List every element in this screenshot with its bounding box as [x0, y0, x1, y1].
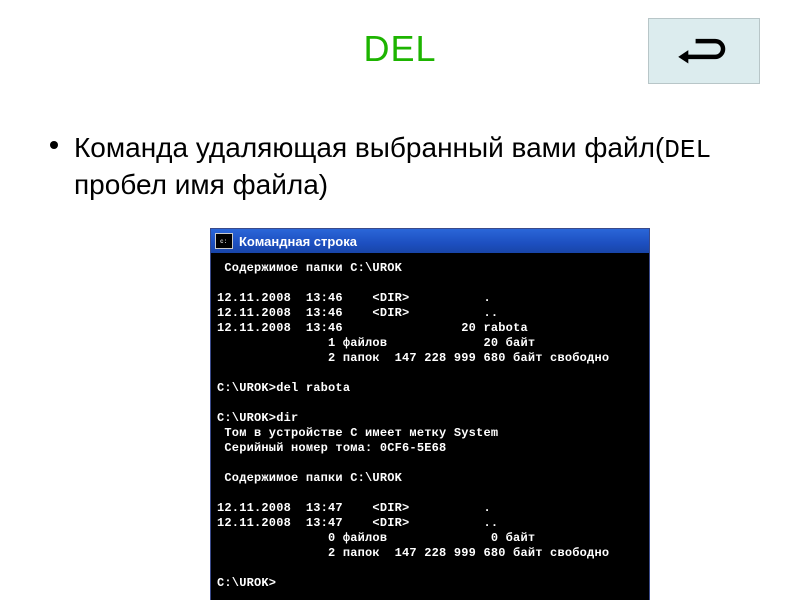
bullet-dot-icon — [50, 141, 58, 149]
back-button[interactable] — [648, 18, 760, 84]
bullet-text-pre: Команда удаляющая выбранный вами файл( — [74, 132, 664, 163]
bullet-text: Команда удаляющая выбранный вами файл(DE… — [74, 130, 750, 202]
bullet-text-mono: DEL — [664, 135, 711, 165]
command-prompt-window: c: Командная строка Содержимое папки C:\… — [210, 228, 650, 600]
cmd-icon: c: — [215, 233, 233, 249]
window-titlebar: c: Командная строка — [211, 229, 649, 253]
svg-text:c:: c: — [220, 238, 227, 245]
terminal-output: Содержимое папки C:\UROK 12.11.2008 13:4… — [211, 253, 649, 600]
u-turn-back-icon — [676, 32, 732, 71]
slide: DEL Команда удаляющая выбранный вами фай… — [0, 0, 800, 600]
bullet-item: Команда удаляющая выбранный вами файл(DE… — [50, 130, 750, 202]
bullet-text-post: пробел имя файла) — [74, 169, 328, 200]
window-title: Командная строка — [239, 234, 357, 249]
